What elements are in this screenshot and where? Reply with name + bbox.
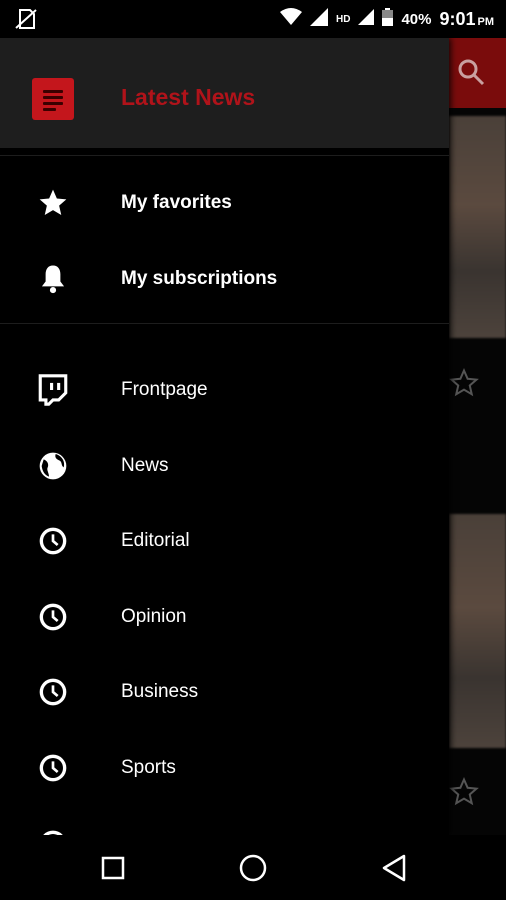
- drawer-item-label: Opinion: [121, 606, 187, 627]
- recent-apps-icon[interactable]: [98, 853, 128, 883]
- drawer-title: Latest News: [121, 84, 256, 110]
- drawer-item-favorites[interactable]: My favorites: [0, 173, 449, 233]
- drawer-item-news[interactable]: News: [0, 436, 449, 496]
- cell-signal-icon: [309, 8, 328, 30]
- home-icon[interactable]: [238, 853, 268, 883]
- battery-icon: [382, 8, 394, 30]
- clock-icon: [36, 600, 70, 634]
- drawer-item-label: Editorial: [121, 530, 190, 551]
- drawer-item-partial[interactable]: [0, 814, 449, 835]
- drawer-item-label: News: [121, 455, 169, 476]
- drawer-item-opinion[interactable]: Opinion: [0, 587, 449, 647]
- search-icon[interactable]: [457, 58, 485, 91]
- background-toolbar: [449, 38, 506, 108]
- clock-ampm: PM: [477, 15, 495, 28]
- drawer-item-label: My subscriptions: [121, 268, 278, 289]
- star-outline-icon-2[interactable]: [449, 777, 479, 807]
- wifi-icon: [279, 8, 302, 30]
- cell-signal-icon-2: [358, 9, 375, 29]
- globe-icon: [36, 449, 70, 483]
- divider: [0, 323, 449, 324]
- star-icon: [36, 186, 70, 220]
- hd-label: HD: [335, 13, 351, 25]
- drawer-item-editorial[interactable]: Editorial: [0, 511, 449, 571]
- clock-icon: [36, 675, 70, 709]
- clock-icon: [36, 827, 70, 835]
- drawer-item-label: Business: [121, 681, 199, 702]
- twitch-icon: [36, 373, 70, 407]
- drawer-item-subscriptions[interactable]: My subscriptions: [0, 249, 449, 309]
- background-article-image-2: [449, 514, 506, 748]
- no-sim-icon: [14, 8, 38, 35]
- status-bar: HD 40% 9:01 PM: [0, 0, 506, 38]
- star-outline-icon[interactable]: [449, 368, 479, 398]
- drawer-header: Latest News: [0, 38, 449, 148]
- drawer-item-business[interactable]: Business: [0, 662, 449, 722]
- system-navigation-bar: [0, 835, 506, 900]
- clock-icon: [36, 751, 70, 785]
- bell-icon: [36, 262, 70, 296]
- navigation-drawer: Latest News My favorites My subscription…: [0, 38, 449, 835]
- drawer-item-label: Frontpage: [121, 379, 208, 400]
- background-article-image: [449, 116, 506, 338]
- drawer-item-frontpage[interactable]: Frontpage: [0, 360, 449, 420]
- drawer-item-label: Sports: [121, 757, 176, 778]
- background-feed: [449, 38, 506, 835]
- clock-icon: [36, 524, 70, 558]
- drawer-item-sports[interactable]: Sports: [0, 738, 449, 798]
- divider: [0, 155, 449, 156]
- app-logo-icon: [32, 78, 74, 120]
- clock-time: 9:01: [439, 8, 476, 29]
- back-icon[interactable]: [379, 853, 409, 883]
- battery-percent: 40%: [401, 10, 432, 28]
- drawer-item-label: My favorites: [121, 192, 232, 213]
